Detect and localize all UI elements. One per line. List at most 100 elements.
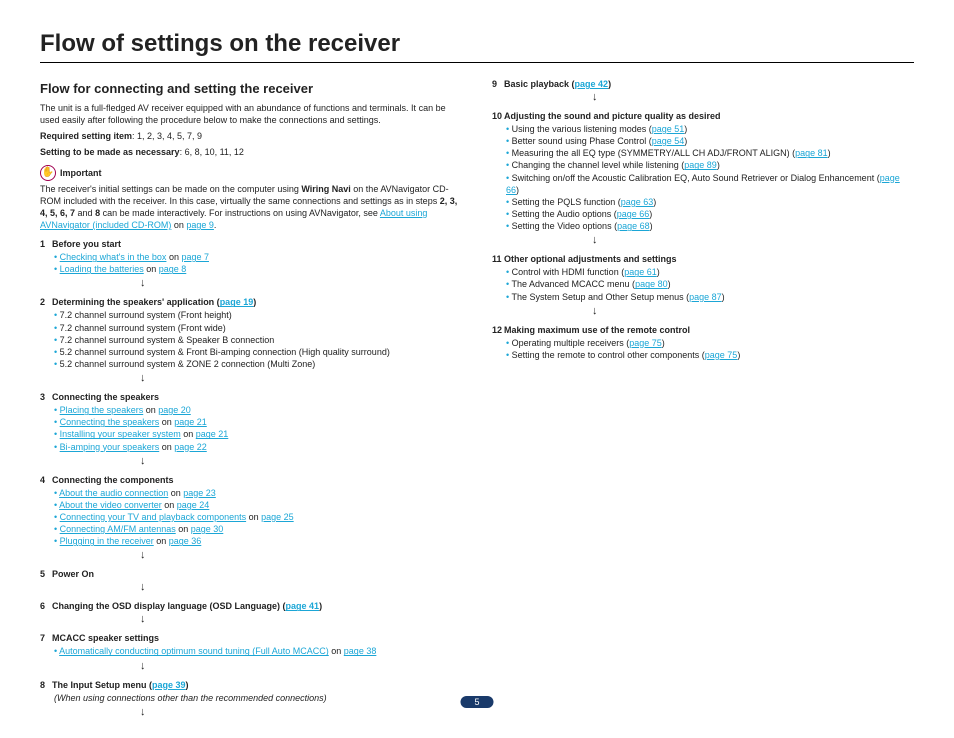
link-page-8[interactable]: page 8	[159, 264, 187, 274]
step-5-heading: 5Power On	[40, 569, 94, 579]
important-icon: ✋	[40, 165, 56, 181]
list-item: Connecting your TV and playback componen…	[54, 511, 462, 523]
list-item: Bi-amping your speakers on page 22	[54, 441, 462, 453]
link-tv-components[interactable]: Connecting your TV and playback componen…	[60, 512, 246, 522]
link-page-41[interactable]: page 41	[286, 601, 320, 611]
step-7-list: Automatically conducting optimum sound t…	[54, 645, 462, 657]
link-page-39[interactable]: page 39	[152, 680, 186, 690]
optional-line: Setting to be made as necessary: 6, 8, 1…	[40, 146, 462, 158]
arrow-icon: ↓	[140, 455, 462, 467]
list-item: The System Setup and Other Setup menus (…	[506, 291, 914, 303]
list-item: 7.2 channel surround system & Speaker B …	[54, 334, 462, 346]
step-7-heading: 7MCACC speaker settings	[40, 633, 159, 643]
link-page-25[interactable]: page 25	[261, 512, 294, 522]
link-biamping[interactable]: Bi-amping your speakers	[60, 442, 160, 452]
link-page-21b[interactable]: page 21	[196, 429, 229, 439]
link-page-87[interactable]: page 87	[689, 292, 722, 302]
link-installing-system[interactable]: Installing your speaker system	[60, 429, 181, 439]
link-page-80[interactable]: page 80	[635, 279, 668, 289]
link-page-63[interactable]: page 63	[621, 197, 654, 207]
link-page-75b[interactable]: page 75	[705, 350, 738, 360]
list-item: Setting the Video options (page 68)	[506, 220, 914, 232]
step-4-list: About the audio connection on page 23 Ab…	[54, 487, 462, 548]
link-page-42[interactable]: page 42	[575, 79, 609, 89]
arrow-icon: ↓	[592, 305, 914, 317]
link-page-23[interactable]: page 23	[183, 488, 216, 498]
arrow-icon: ↓	[592, 234, 914, 246]
list-item: Connecting the speakers on page 21	[54, 416, 462, 428]
required-line: Required setting item: 1, 2, 3, 4, 5, 7,…	[40, 130, 462, 142]
link-antennas[interactable]: Connecting AM/FM antennas	[60, 524, 176, 534]
list-item: About the audio connection on page 23	[54, 487, 462, 499]
arrow-icon: ↓	[140, 549, 462, 561]
column-right: 9Basic playback (page 42) ↓ 10Adjusting …	[492, 71, 914, 718]
step-11-list: Control with HDMI function (page 61) The…	[506, 266, 914, 302]
arrow-icon: ↓	[140, 613, 462, 625]
link-page-81[interactable]: page 81	[795, 148, 828, 158]
link-page-22[interactable]: page 22	[174, 442, 207, 452]
list-item: Loading the batteries on page 8	[54, 263, 462, 275]
step-3-list: Placing the speakers on page 20 Connecti…	[54, 404, 462, 453]
link-audio-connection[interactable]: About the audio connection	[59, 488, 168, 498]
link-page-21a[interactable]: page 21	[174, 417, 207, 427]
step-12-list: Operating multiple receivers (page 75) S…	[506, 337, 914, 361]
step-2-list: 7.2 channel surround system (Front heigh…	[54, 309, 462, 370]
link-page-7[interactable]: page 7	[181, 252, 209, 262]
list-item: Switching on/off the Acoustic Calibratio…	[506, 172, 914, 196]
step-4-heading: 4Connecting the components	[40, 475, 174, 485]
column-left: Flow for connecting and setting the rece…	[40, 71, 462, 718]
step-6-heading: 6Changing the OSD display language (OSD …	[40, 601, 322, 611]
section-subtitle: Flow for connecting and setting the rece…	[40, 81, 462, 96]
step-11-heading: 11Other optional adjustments and setting…	[492, 254, 677, 264]
link-check-box[interactable]: Checking what's in the box	[60, 252, 167, 262]
arrow-icon: ↓	[140, 372, 462, 384]
step-2-heading: 2Determining the speakers' application (…	[40, 297, 256, 307]
list-item: Placing the speakers on page 20	[54, 404, 462, 416]
link-plugging-in[interactable]: Plugging in the receiver	[60, 536, 154, 546]
link-page-66b[interactable]: page 66	[617, 209, 650, 219]
link-placing-speakers[interactable]: Placing the speakers	[60, 405, 144, 415]
link-page-75a[interactable]: page 75	[629, 338, 662, 348]
link-batteries[interactable]: Loading the batteries	[60, 264, 144, 274]
link-page-30[interactable]: page 30	[191, 524, 224, 534]
intro-text: The unit is a full-fledged AV receiver e…	[40, 102, 462, 126]
step-8-note: (When using connections other than the r…	[54, 692, 462, 704]
arrow-icon: ↓	[140, 706, 462, 718]
link-page-61[interactable]: page 61	[624, 267, 657, 277]
list-item: Better sound using Phase Control (page 5…	[506, 135, 914, 147]
list-item: 7.2 channel surround system (Front heigh…	[54, 309, 462, 321]
link-page-20[interactable]: page 20	[158, 405, 191, 415]
list-item: Control with HDMI function (page 61)	[506, 266, 914, 278]
link-video-converter[interactable]: About the video converter	[59, 500, 162, 510]
page-title: Flow of settings on the receiver	[40, 30, 914, 63]
link-page-89[interactable]: page 89	[684, 160, 717, 170]
link-page-9[interactable]: page 9	[186, 220, 214, 230]
link-connecting-speakers[interactable]: Connecting the speakers	[60, 417, 160, 427]
step-10-list: Using the various listening modes (page …	[506, 123, 914, 232]
list-item: Measuring the all EQ type (SYMMETRY/ALL …	[506, 147, 914, 159]
step-3-heading: 3Connecting the speakers	[40, 392, 159, 402]
list-item: Automatically conducting optimum sound t…	[54, 645, 462, 657]
arrow-icon: ↓	[140, 277, 462, 289]
important-body: The receiver's initial settings can be m…	[40, 183, 462, 232]
link-page-51[interactable]: page 51	[652, 124, 685, 134]
list-item: Changing the channel level while listeni…	[506, 159, 914, 171]
link-full-auto-mcacc[interactable]: Automatically conducting optimum sound t…	[59, 646, 329, 656]
link-page-38[interactable]: page 38	[344, 646, 377, 656]
step-10-heading: 10Adjusting the sound and picture qualit…	[492, 111, 721, 121]
link-page-68[interactable]: page 68	[617, 221, 650, 231]
list-item: Connecting AM/FM antennas on page 30	[54, 523, 462, 535]
link-page-54[interactable]: page 54	[652, 136, 685, 146]
list-item: Checking what's in the box on page 7	[54, 251, 462, 263]
list-item: Setting the Audio options (page 66)	[506, 208, 914, 220]
link-page-24[interactable]: page 24	[177, 500, 210, 510]
arrow-icon: ↓	[140, 660, 462, 672]
step-9-heading: 9Basic playback (page 42)	[492, 79, 611, 89]
list-item: Setting the PQLS function (page 63)	[506, 196, 914, 208]
arrow-icon: ↓	[592, 91, 914, 103]
important-label: Important	[60, 168, 102, 178]
page-number-badge: 5	[460, 696, 493, 708]
link-page-36[interactable]: page 36	[169, 536, 202, 546]
link-page-19[interactable]: page 19	[220, 297, 254, 307]
list-item: Operating multiple receivers (page 75)	[506, 337, 914, 349]
